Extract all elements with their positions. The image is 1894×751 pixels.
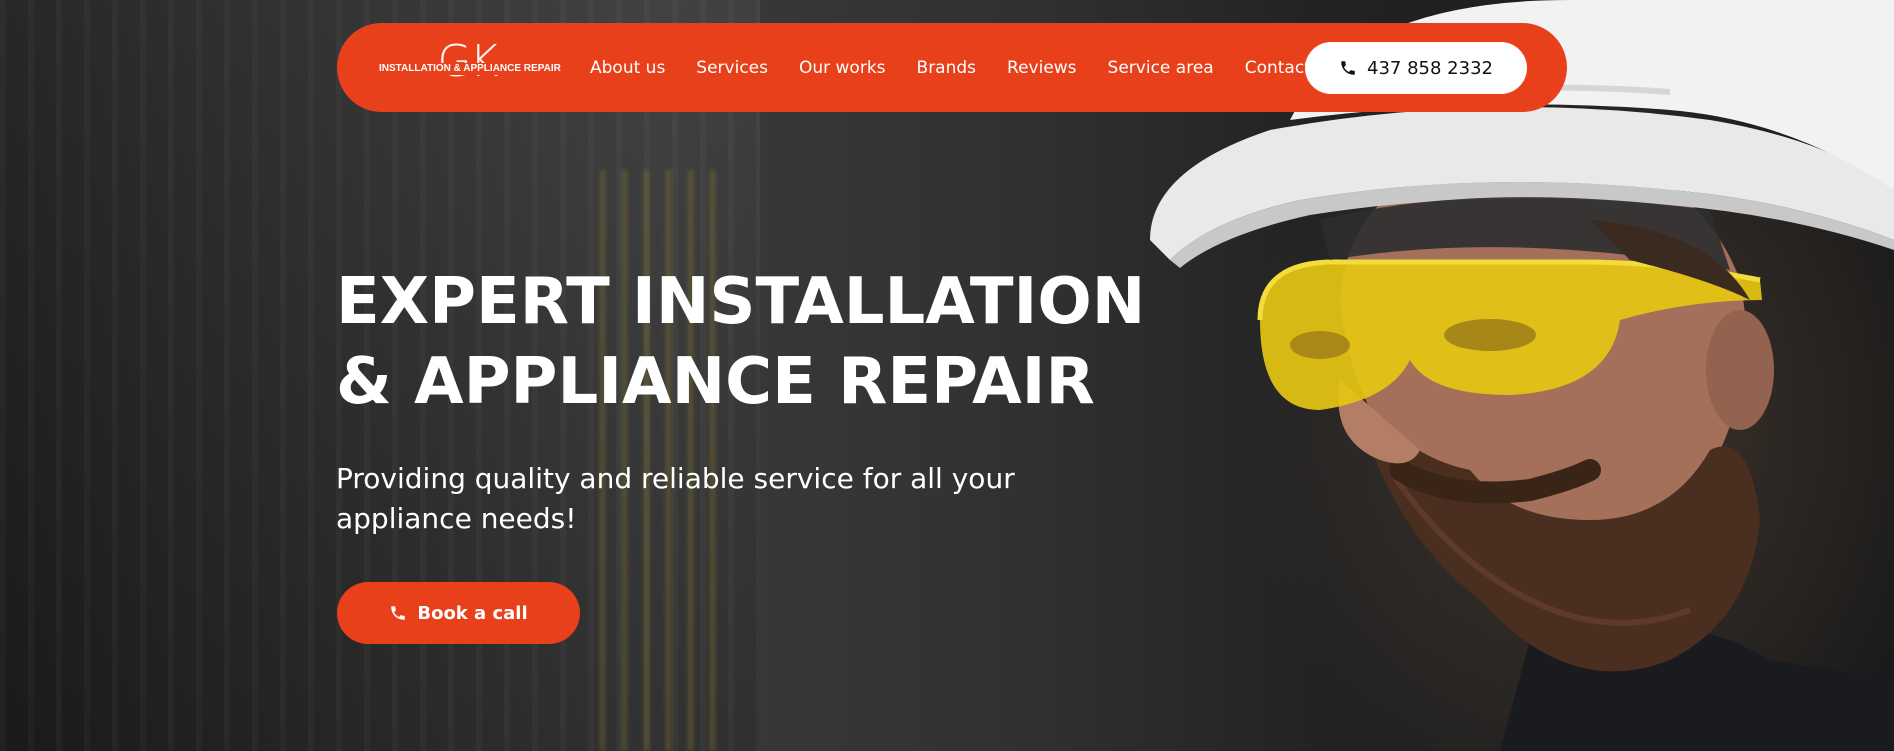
hero-title-line-2: & APPLIANCE REPAIR bbox=[336, 345, 1095, 419]
nav-link-brands[interactable]: Brands bbox=[917, 58, 977, 78]
hero-subtitle-line-1: Providing quality and reliable service f… bbox=[336, 462, 1015, 495]
top-navbar: GK INSTALLATION & APPLIANCE REPAIR About… bbox=[337, 23, 1567, 112]
book-a-call-label: Book a call bbox=[417, 602, 528, 624]
phone-number: 437 858 2332 bbox=[1367, 57, 1493, 79]
hero-subtitle: Providing quality and reliable service f… bbox=[336, 459, 1096, 539]
nav-link-about-us[interactable]: About us bbox=[590, 58, 665, 78]
hero-title: EXPERT INSTALLATION & APPLIANCE REPAIR bbox=[336, 262, 1236, 422]
hero-section: GK INSTALLATION & APPLIANCE REPAIR About… bbox=[0, 0, 1894, 751]
hero-title-line-1: EXPERT INSTALLATION bbox=[336, 265, 1146, 339]
company-logo[interactable]: GK INSTALLATION & APPLIANCE REPAIR bbox=[377, 23, 561, 112]
nav-link-our-works[interactable]: Our works bbox=[799, 58, 886, 78]
book-a-call-button[interactable]: Book a call bbox=[337, 582, 580, 644]
nav-link-service-area[interactable]: Service area bbox=[1108, 58, 1214, 78]
phone-icon bbox=[389, 604, 407, 622]
hero-subtitle-line-2: appliance needs! bbox=[336, 502, 577, 535]
nav-links: About us Services Our works Brands Revie… bbox=[590, 23, 1351, 112]
logo-mark: GK bbox=[437, 36, 499, 87]
phone-icon bbox=[1339, 59, 1357, 77]
nav-link-reviews[interactable]: Reviews bbox=[1007, 58, 1077, 78]
phone-button[interactable]: 437 858 2332 bbox=[1305, 42, 1527, 94]
worker-photo bbox=[1150, 0, 1894, 751]
logo-tagline: INSTALLATION & APPLIANCE REPAIR bbox=[377, 63, 561, 75]
nav-link-services[interactable]: Services bbox=[696, 58, 768, 78]
